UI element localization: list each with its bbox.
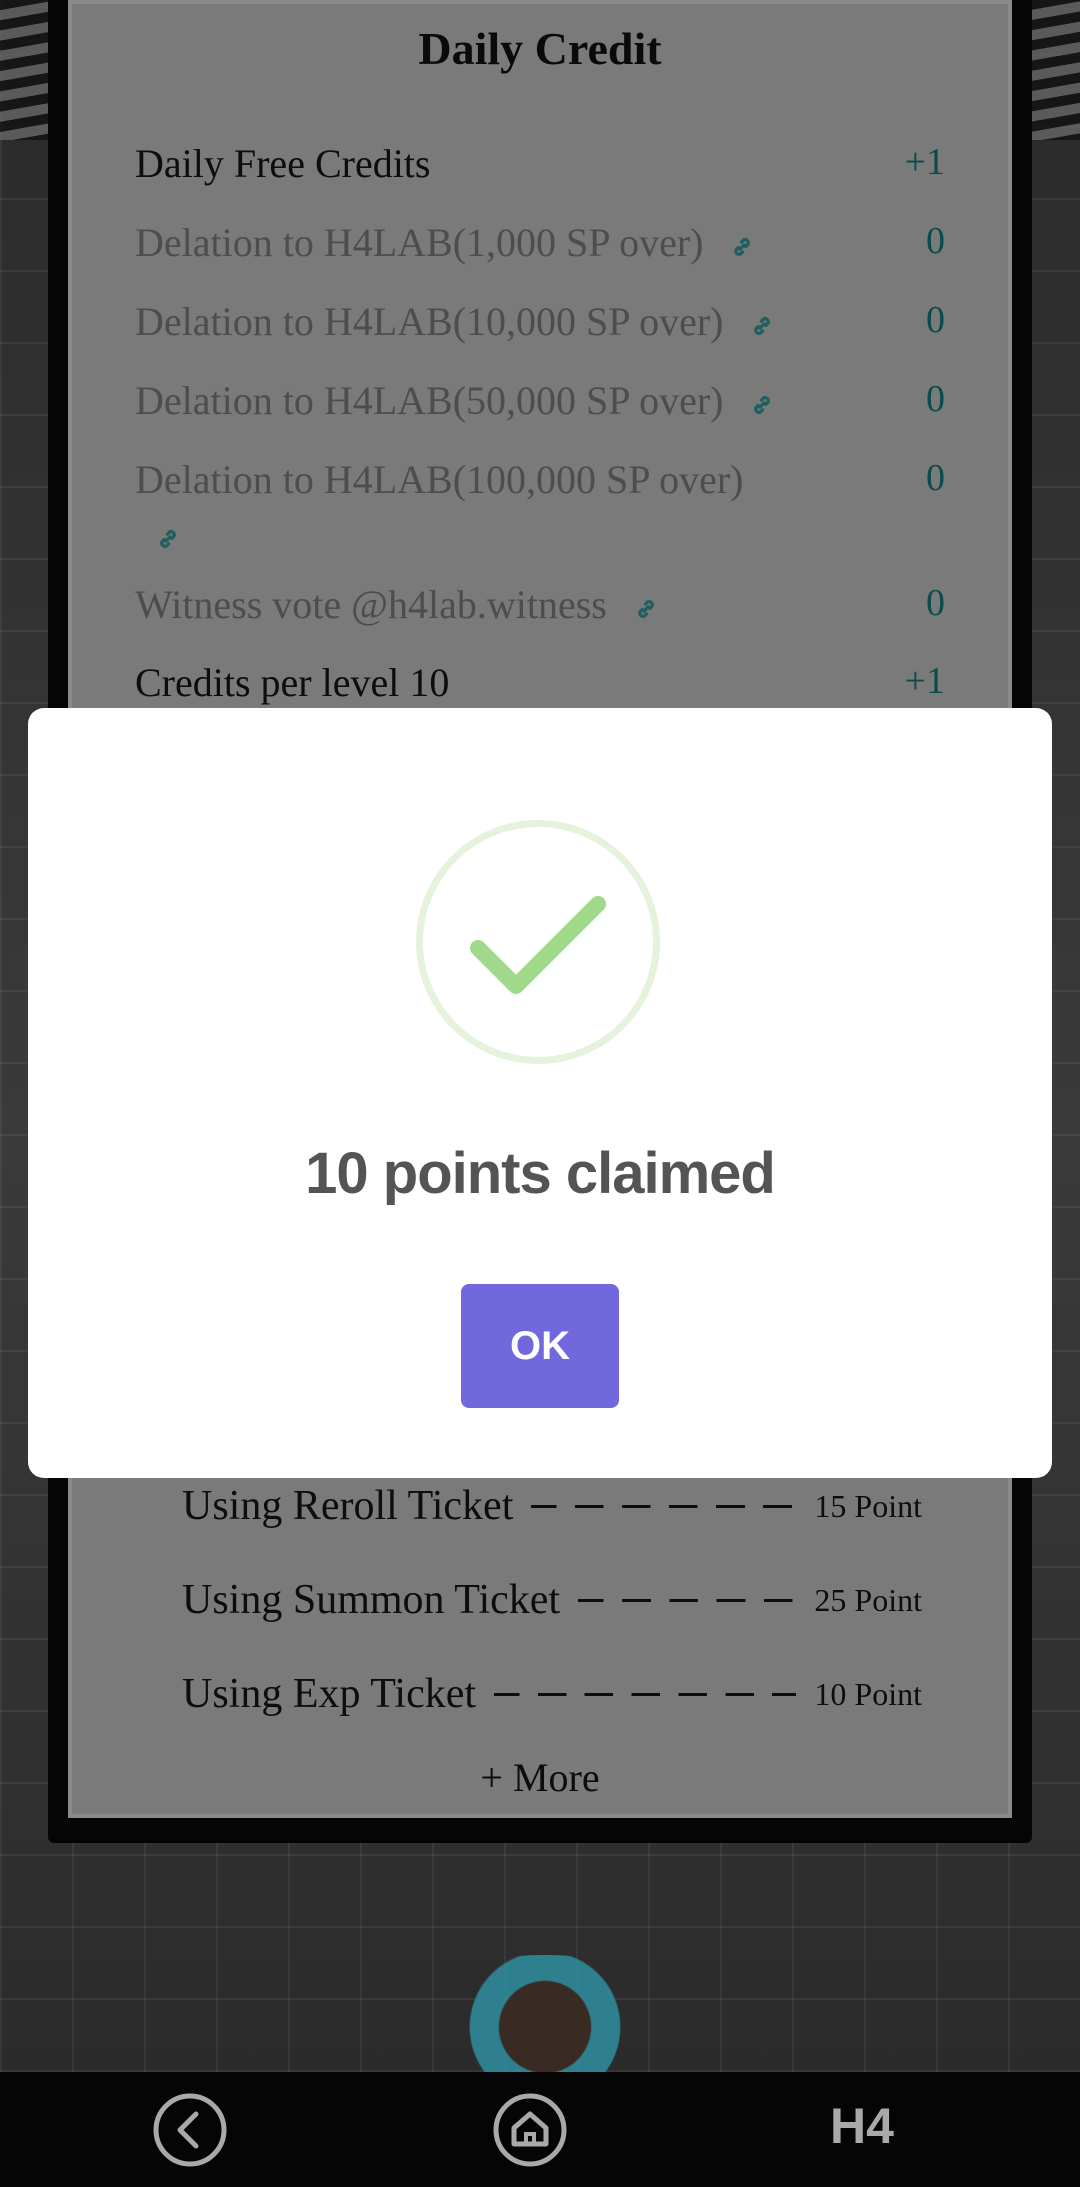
credit-row-delation-100000: Delation to H4LAB(100,000 SP over) 0 (135, 456, 945, 558)
dash-divider (531, 1504, 797, 1508)
credit-value: 0 (926, 582, 945, 624)
usage-label: Using Summon Ticket (182, 1577, 561, 1623)
usage-points: 25 Point (814, 1581, 922, 1618)
ok-button[interactable]: OK (461, 1284, 619, 1408)
link-icon[interactable] (729, 234, 755, 260)
credit-label: Delation to H4LAB(100,000 SP over) (135, 457, 744, 502)
usage-row-reroll: Using Reroll Ticket 15 Point (182, 1478, 922, 1534)
success-check-icon (470, 896, 606, 994)
background-stripes-right (1030, 0, 1080, 140)
bottom-navbar: H4 (0, 2072, 1080, 2187)
credit-label: Witness vote @h4lab.witness (135, 582, 607, 627)
usage-points: 10 Point (814, 1675, 922, 1712)
credit-value: +1 (904, 660, 945, 702)
usage-row-exp: Using Exp Ticket 10 Point (182, 1666, 922, 1722)
credit-value: 0 (926, 378, 945, 420)
credit-row-delation-50000: Delation to H4LAB(50,000 SP over) 0 (135, 377, 945, 424)
usage-row-summon: Using Summon Ticket 25 Point (182, 1572, 922, 1628)
credit-value: 0 (926, 299, 945, 341)
credit-row-witness-vote: Witness vote @h4lab.witness 0 (135, 581, 945, 628)
back-arrow-icon[interactable] (150, 2090, 230, 2170)
credit-row-delation-10000: Delation to H4LAB(10,000 SP over) 0 (135, 298, 945, 345)
credit-value: 0 (926, 220, 945, 262)
card-title: Daily Credit (418, 23, 662, 74)
brand-logo-button[interactable]: H4 (830, 2098, 930, 2154)
home-icon[interactable] (490, 2090, 570, 2170)
credit-label: Delation to H4LAB(50,000 SP over) (135, 378, 724, 423)
usage-points: 15 Point (814, 1487, 922, 1524)
more-link[interactable]: + More (0, 1754, 1080, 1801)
credit-label: Credits per level 10 (135, 660, 450, 705)
success-modal: 10 points claimed OK (28, 708, 1052, 1478)
credit-label: Daily Free Credits (135, 141, 431, 186)
link-icon[interactable] (155, 526, 181, 552)
dash-divider (578, 1598, 797, 1602)
link-icon[interactable] (749, 392, 775, 418)
credit-label: Delation to H4LAB(1,000 SP over) (135, 220, 704, 265)
credit-label: Delation to H4LAB(10,000 SP over) (135, 299, 724, 344)
credit-value: +1 (904, 141, 945, 183)
credit-row-delation-1000: Delation to H4LAB(1,000 SP over) 0 (135, 219, 945, 266)
modal-title: 10 points claimed (305, 1141, 776, 1206)
credit-row-daily-free: Daily Free Credits +1 (135, 140, 945, 187)
credit-row-level: Credits per level 10 +1 (135, 659, 945, 706)
link-icon[interactable] (633, 596, 659, 622)
background-stripes-left (0, 0, 50, 140)
usage-label: Using Reroll Ticket (182, 1483, 514, 1529)
usage-label: Using Exp Ticket (182, 1671, 477, 1717)
character-illustration (400, 1955, 690, 2075)
dash-divider (494, 1692, 797, 1696)
link-icon[interactable] (749, 313, 775, 339)
credit-value: 0 (926, 457, 945, 499)
